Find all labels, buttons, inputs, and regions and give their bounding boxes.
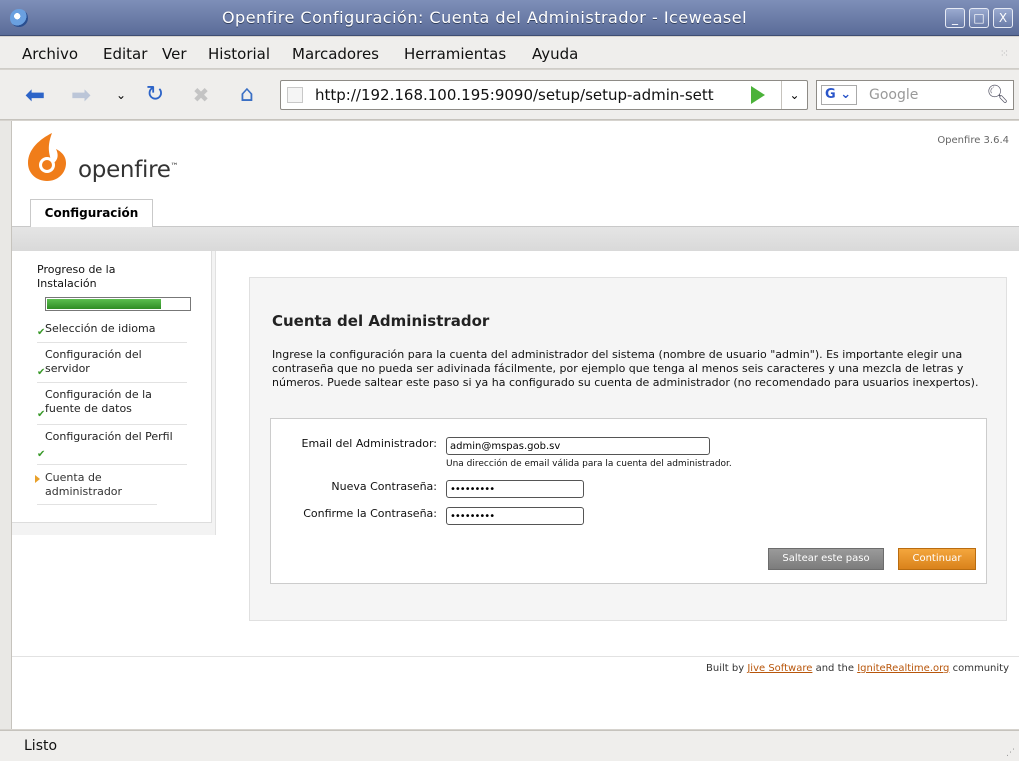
reload-icon[interactable]: ↻ bbox=[140, 80, 170, 110]
logo-text: openfire™ bbox=[78, 157, 179, 183]
search-bar[interactable]: G ⌄ Google 🔍︎ bbox=[816, 80, 1014, 110]
progress-title: Progreso de la Instalación bbox=[37, 263, 116, 290]
page-favicon-icon bbox=[287, 87, 303, 103]
check-icon: ✔ bbox=[37, 449, 46, 460]
url-dropdown-icon[interactable]: ⌄ bbox=[781, 81, 807, 109]
status-bar: Listo ⋰ bbox=[0, 730, 1019, 761]
email-hint: Una dirección de email válida para la cu… bbox=[446, 459, 732, 469]
url-bar[interactable]: http://192.168.100.195:9090/setup/setup-… bbox=[280, 80, 808, 110]
current-step-arrow-icon bbox=[35, 475, 40, 483]
jive-software-link[interactable]: Jive Software bbox=[747, 663, 812, 674]
menubar: Archivo Editar Ver Historial Marcadores … bbox=[0, 37, 1019, 69]
page-heading: Cuenta del Administrador bbox=[272, 312, 490, 330]
skip-step-button[interactable]: Saltear este paso bbox=[768, 548, 884, 570]
navigation-toolbar: ⬅ ➡ ⌄ ↻ ✖ ⌂ http://192.168.100.195:9090/… bbox=[0, 70, 1019, 120]
search-input[interactable]: Google bbox=[869, 87, 918, 103]
footer-credits: Built by Jive Software and the IgniteRea… bbox=[706, 663, 1009, 674]
menu-herramientas[interactable]: Herramientas bbox=[404, 45, 506, 63]
minimize-button[interactable]: _ bbox=[945, 8, 965, 28]
check-icon: ✔ bbox=[37, 409, 46, 420]
main-content-panel: Cuenta del Administrador Ingrese la conf… bbox=[249, 277, 1007, 621]
step-datasource: ✔ Configuración de la fuente de datos bbox=[37, 385, 187, 425]
page-footer: Built by Jive Software and the IgniteRea… bbox=[12, 656, 1019, 684]
window-left-edge bbox=[0, 121, 12, 729]
continue-button[interactable]: Continuar bbox=[898, 548, 976, 570]
menu-ayuda[interactable]: Ayuda bbox=[532, 45, 578, 63]
step-profile: ✔ Configuración del Perfil bbox=[37, 427, 187, 465]
menu-historial[interactable]: Historial bbox=[208, 45, 270, 63]
menu-ver[interactable]: Ver bbox=[162, 45, 187, 63]
status-text: Listo bbox=[24, 738, 58, 754]
admin-account-form: Email del Administrador: Una dirección d… bbox=[270, 418, 987, 584]
web-page: openfire™ Openfire 3.6.4 Configuración P… bbox=[12, 121, 1019, 729]
menu-marcadores[interactable]: Marcadores bbox=[292, 45, 379, 63]
tab-bar: Configuración bbox=[12, 199, 1019, 227]
window-title: Openfire Configuración: Cuenta del Admin… bbox=[221, 8, 748, 27]
check-icon: ✔ bbox=[37, 327, 46, 338]
new-password-field[interactable] bbox=[446, 480, 584, 498]
step-server: ✔ Configuración del servidor bbox=[37, 345, 187, 383]
progress-fill bbox=[47, 299, 161, 309]
iceweasel-app-icon[interactable] bbox=[10, 9, 28, 27]
subnav-bar bbox=[12, 227, 1019, 251]
step-admin-account: Cuenta de administrador bbox=[35, 467, 157, 505]
page-description: Ingrese la configuración para la cuenta … bbox=[272, 348, 979, 389]
new-password-label: Nueva Contraseña: bbox=[331, 480, 437, 493]
igniterealtime-link[interactable]: IgniteRealtime.org bbox=[857, 663, 949, 674]
menu-archivo[interactable]: Archivo bbox=[22, 45, 78, 63]
email-field[interactable] bbox=[446, 437, 710, 455]
confirm-password-label: Confirme la Contraseña: bbox=[303, 507, 437, 520]
forward-arrow-icon[interactable]: ➡ bbox=[66, 80, 96, 110]
history-dropdown-icon[interactable]: ⌄ bbox=[106, 80, 136, 110]
check-icon: ✔ bbox=[37, 367, 46, 378]
maximize-button[interactable]: □ bbox=[969, 8, 989, 28]
resize-grip-icon[interactable]: ⋰ bbox=[1006, 748, 1015, 758]
search-engine-icon[interactable]: G ⌄ bbox=[821, 85, 857, 105]
step-language: ✔ Selección de idioma bbox=[37, 321, 187, 343]
throbber-icon: ⁙ bbox=[999, 47, 1009, 60]
install-progress-bar bbox=[45, 297, 191, 311]
stop-icon[interactable]: ✖ bbox=[186, 80, 216, 110]
tab-configuracion[interactable]: Configuración bbox=[30, 199, 153, 227]
search-icon[interactable]: 🔍︎ bbox=[986, 84, 1009, 105]
version-label: Openfire 3.6.4 bbox=[937, 135, 1009, 146]
window-titlebar: Openfire Configuración: Cuenta del Admin… bbox=[0, 0, 1019, 36]
home-icon[interactable]: ⌂ bbox=[232, 80, 262, 110]
email-label: Email del Administrador: bbox=[301, 437, 438, 450]
close-button[interactable]: X bbox=[993, 8, 1013, 28]
openfire-flame-icon bbox=[28, 133, 66, 181]
install-progress-sidebar: Progreso de la Instalación ✔ Selección d… bbox=[12, 251, 216, 535]
menu-editar[interactable]: Editar bbox=[103, 45, 147, 63]
confirm-password-field[interactable] bbox=[446, 507, 584, 525]
url-text[interactable]: http://192.168.100.195:9090/setup/setup-… bbox=[315, 86, 714, 104]
go-arrow-icon[interactable] bbox=[751, 86, 765, 104]
back-arrow-icon[interactable]: ⬅ bbox=[20, 80, 50, 110]
